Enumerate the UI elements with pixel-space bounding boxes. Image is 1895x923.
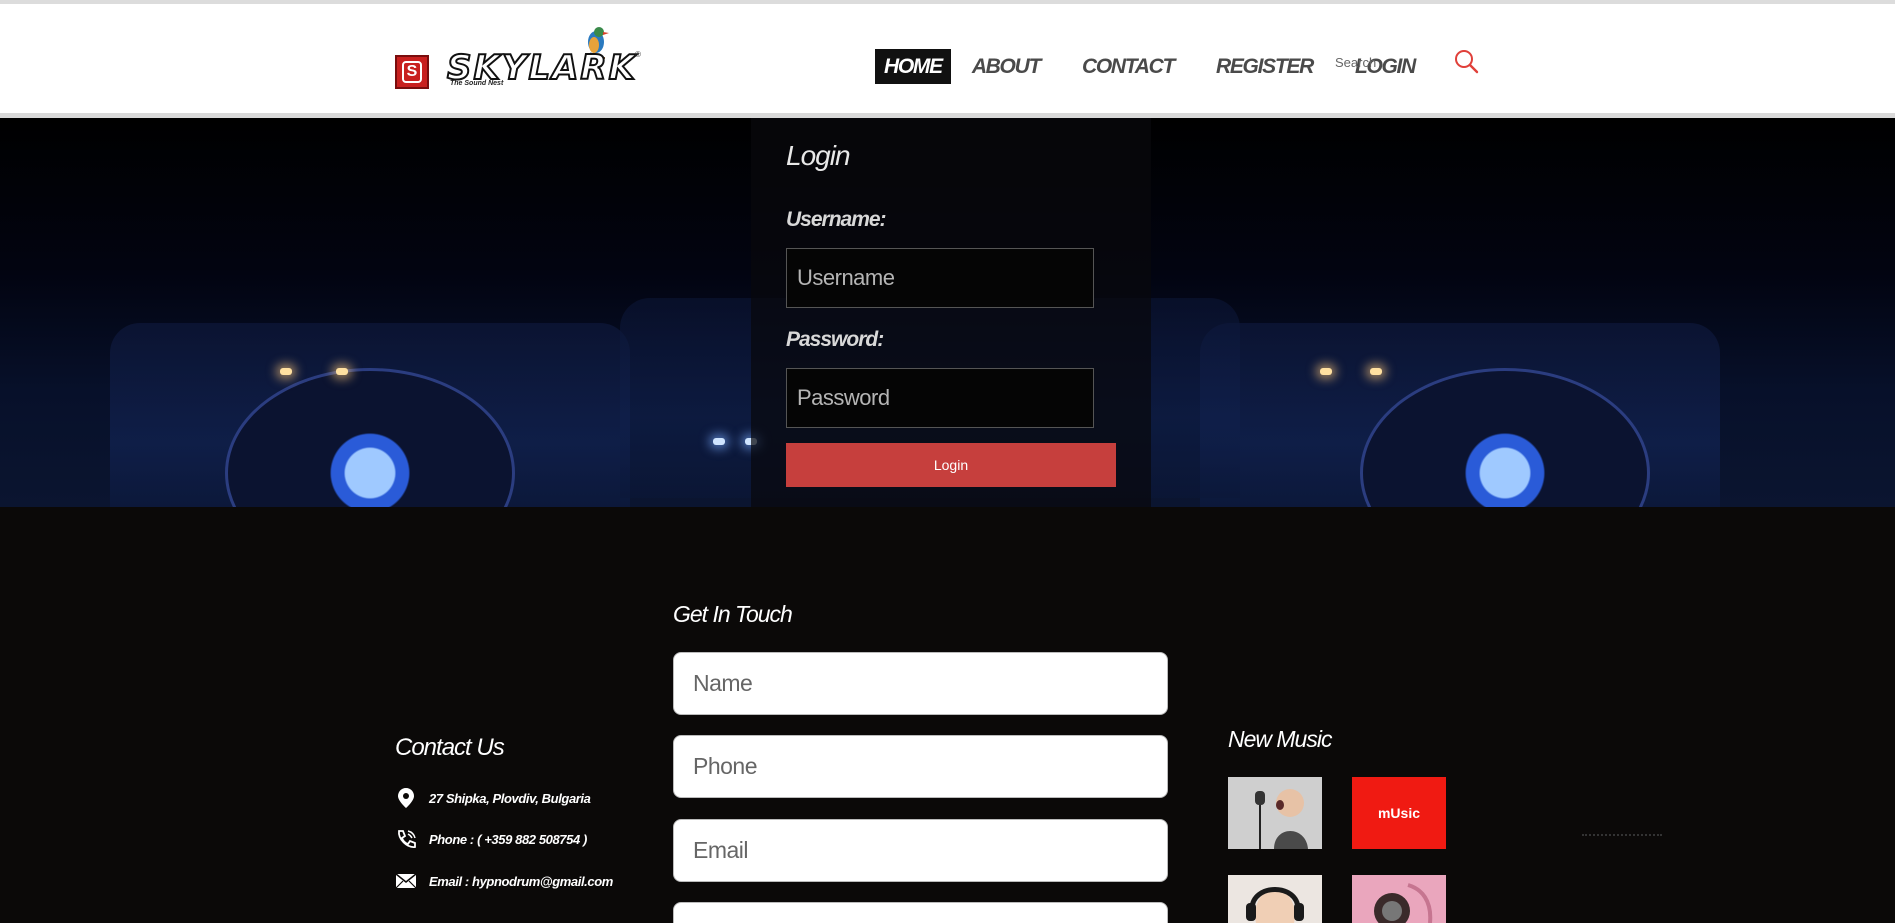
envelope-icon xyxy=(395,873,417,889)
site-logo[interactable]: S SKYLARK The Sound Nest ® xyxy=(395,24,645,92)
contact-address-text: 27 Shipka, Plovdiv, Bulgaria xyxy=(429,790,591,806)
password-label: Password: xyxy=(786,328,884,351)
singer-image xyxy=(1228,777,1322,849)
new-music-title: New Music xyxy=(1228,726,1332,752)
search-input[interactable] xyxy=(1325,46,1435,78)
music-thumbnail[interactable] xyxy=(1352,875,1446,923)
nav-about[interactable]: ABOUT xyxy=(962,49,1050,84)
contact-name-input[interactable] xyxy=(673,652,1168,715)
nav-register[interactable]: REGISTER xyxy=(1206,49,1323,84)
contact-email-input[interactable] xyxy=(673,819,1168,882)
contact-phone-text[interactable]: Phone : ( +359 882 508754 ) xyxy=(429,832,587,847)
pink-headphones-image xyxy=(1352,875,1446,923)
contact-title: Contact Us xyxy=(395,734,505,761)
password-input[interactable] xyxy=(786,368,1094,428)
login-title: Login xyxy=(786,140,851,171)
deck-light xyxy=(1370,368,1382,375)
get-in-touch-title: Get In Touch xyxy=(673,601,793,627)
deck-light xyxy=(1320,368,1332,375)
nav-home[interactable]: HOME xyxy=(875,49,951,84)
search-box xyxy=(1325,46,1479,80)
username-label: Username: xyxy=(786,208,887,231)
contact-phone: Phone : ( +359 882 508754 ) xyxy=(395,828,587,850)
logo-tagline: The Sound Nest xyxy=(450,80,504,87)
location-pin-icon xyxy=(398,788,414,808)
search-icon[interactable] xyxy=(1453,48,1479,74)
logo-badge: S xyxy=(395,55,429,89)
music-thumbnail[interactable] xyxy=(1228,875,1322,923)
phone-icon xyxy=(398,830,416,848)
login-button[interactable]: Login xyxy=(786,443,1116,487)
username-input[interactable] xyxy=(786,248,1094,308)
nav-contact[interactable]: CONTACT xyxy=(1072,49,1184,84)
decorative-dots xyxy=(1582,834,1662,836)
login-panel: Login Username: Password: Login xyxy=(751,118,1151,507)
music-thumbnail[interactable]: mUsic xyxy=(1352,777,1446,849)
contact-message-input[interactable] xyxy=(673,902,1168,923)
logo-registered-mark: ® xyxy=(635,50,641,59)
contact-address: 27 Shipka, Plovdiv, Bulgaria xyxy=(395,787,591,809)
music-thumbnail[interactable] xyxy=(1228,777,1322,849)
contact-phone-input[interactable] xyxy=(673,735,1168,798)
contact-email: Email : hypnodrum@gmail.com xyxy=(395,870,613,892)
logo-badge-letter: S xyxy=(402,61,422,83)
music-thumbnail-label: mUsic xyxy=(1377,805,1421,821)
deck-light xyxy=(280,368,292,375)
deck-light xyxy=(713,438,725,445)
headphones-woman-image xyxy=(1228,875,1322,923)
deck-light xyxy=(336,368,348,375)
contact-email-text[interactable]: Email : hypnodrum@gmail.com xyxy=(429,874,613,889)
